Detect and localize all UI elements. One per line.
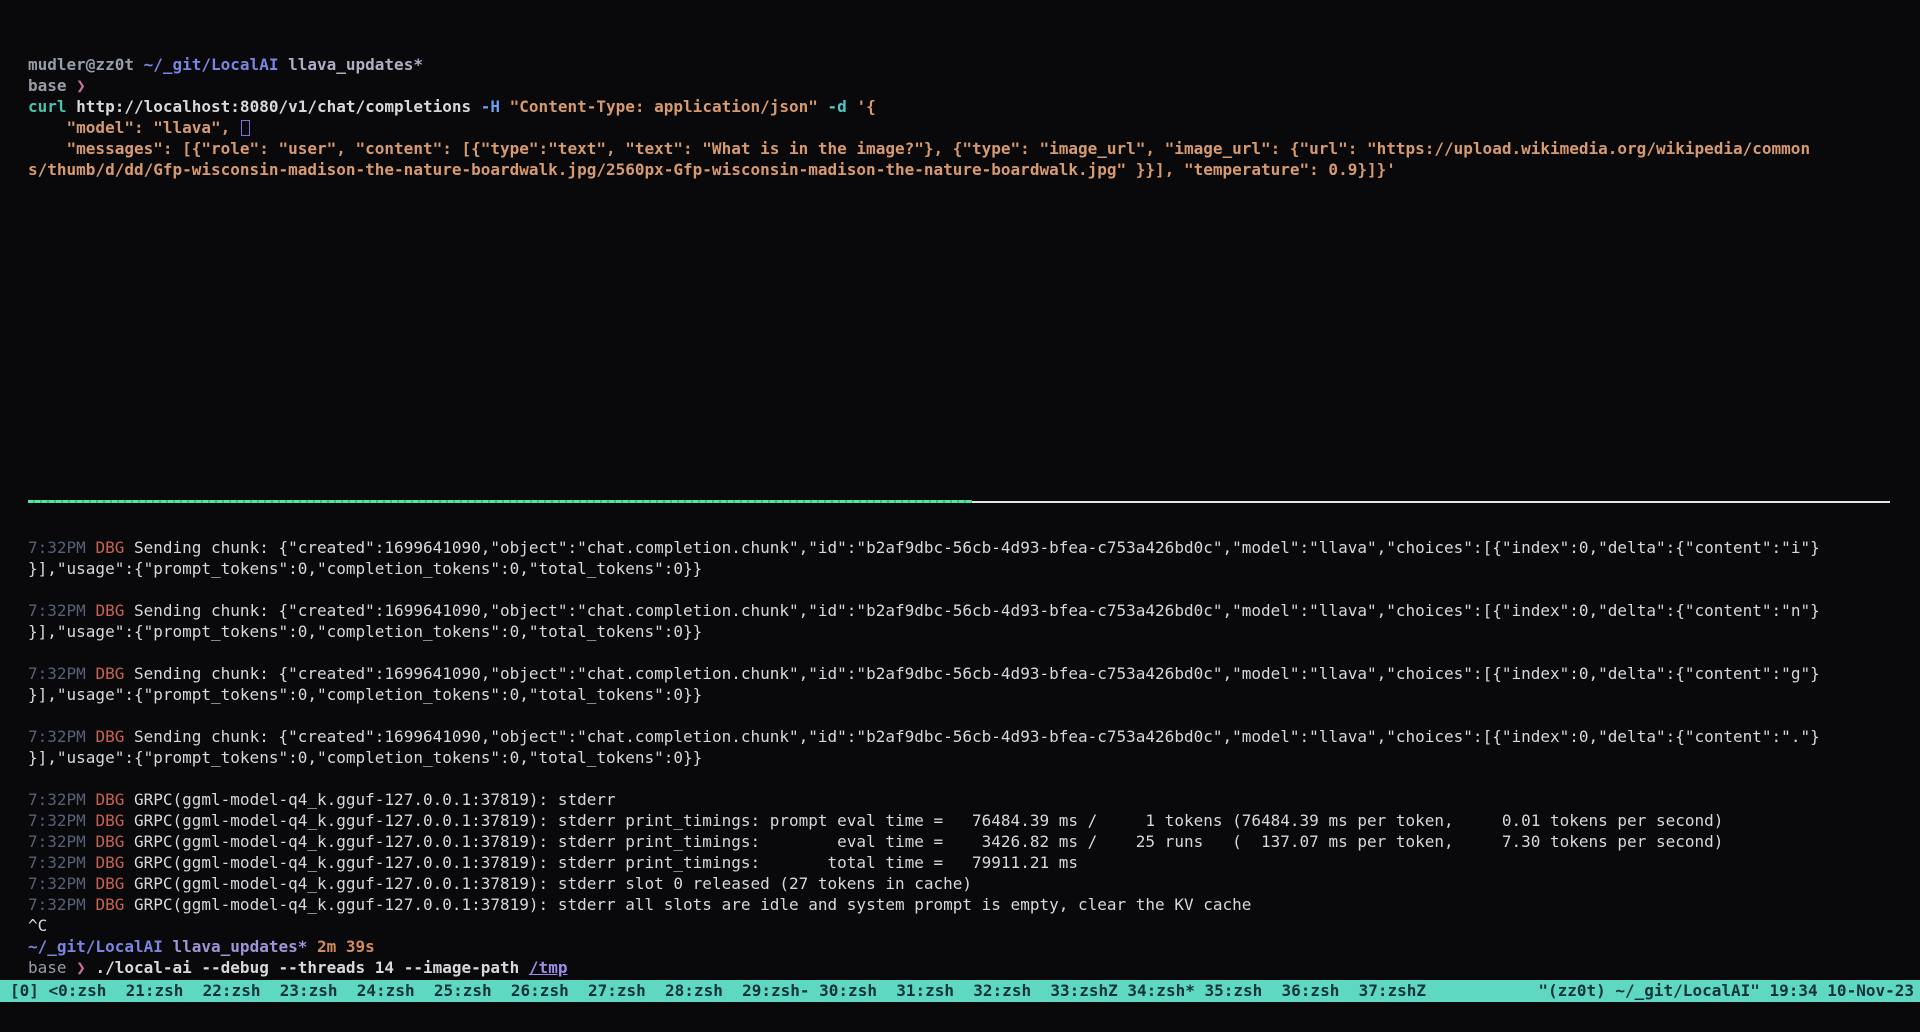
terminal-text-segment: Sending chunk: {"created":1699641090,"ob… — [134, 664, 1820, 683]
terminal-text-segment: }],"usage":{"prompt_tokens":0,"completio… — [28, 748, 702, 767]
log-chunk-3: 7:32PM DBG Sending chunk: {"created":169… — [28, 663, 1920, 684]
local-ai-command-line: base ❯ ./local-ai --debug --threads 14 -… — [28, 957, 1920, 978]
blank-line — [28, 642, 1920, 663]
terminal-text-segment: GRPC(ggml-model-q4_k.gguf-127.0.0.1:3781… — [134, 790, 616, 809]
terminal-text-segment: 7:32PM — [28, 811, 95, 830]
terminal-text-segment: DBG — [95, 601, 134, 620]
terminal-text-segment: http://localhost:8080/v1/chat/completion… — [76, 97, 481, 116]
debug-log-block: 7:32PM DBG Sending chunk: {"created":169… — [28, 537, 1920, 978]
terminal-text-segment: 7:32PM — [28, 895, 95, 914]
terminal-text-segment: GRPC(ggml-model-q4_k.gguf-127.0.0.1:3781… — [134, 811, 1723, 830]
sigint-line: ^C — [28, 915, 1920, 936]
terminal-text-segment: -d — [828, 97, 857, 116]
terminal-text-segment: base — [28, 958, 76, 977]
terminal-text-segment: GRPC(ggml-model-q4_k.gguf-127.0.0.1:3781… — [134, 853, 1078, 872]
text-cursor — [241, 120, 250, 136]
terminal-text-segment: DBG — [95, 664, 134, 683]
terminal-text-segment: llava_updates* — [173, 937, 318, 956]
terminal-screen[interactable]: mudler@zz0t ~/_git/LocalAI llava_updates… — [0, 0, 1920, 1032]
terminal-text-segment: "Content-Type: application/json" — [510, 97, 828, 116]
log-grpc-stderr: 7:32PM DBG GRPC(ggml-model-q4_k.gguf-127… — [28, 789, 1920, 810]
separator-inactive-segment — [972, 501, 1890, 503]
terminal-text-segment: 7:32PM — [28, 874, 95, 893]
terminal-text-segment: Sending chunk: {"created":1699641090,"ob… — [134, 727, 1820, 746]
terminal-text-segment: }],"usage":{"prompt_tokens":0,"completio… — [28, 559, 702, 578]
tmux-status-bar: [0] <0:zsh 21:zsh 22:zsh 23:zsh 24:zsh 2… — [0, 980, 1920, 1002]
log-grpc-eval: 7:32PM DBG GRPC(ggml-model-q4_k.gguf-127… — [28, 831, 1920, 852]
curl-json-messages-line: "messages": [{"role": "user", "content":… — [28, 138, 1920, 159]
terminal-text-segment: ^C — [28, 916, 47, 935]
tmux-window-list[interactable]: [0] <0:zsh 21:zsh 22:zsh 23:zsh 24:zsh 2… — [10, 980, 1426, 1002]
terminal-text-segment: mudler@zz0t — [28, 55, 144, 74]
terminal-text-segment: ❯ — [76, 958, 95, 977]
terminal-text-segment: ~/_git/LocalAI — [144, 55, 289, 74]
prompt-line-2: base ❯ — [28, 75, 1920, 96]
terminal-text-segment: s/thumb/d/dd/Gfp-wisconsin-madison-the-n… — [28, 160, 1396, 179]
log-grpc-slot-released: 7:32PM DBG GRPC(ggml-model-q4_k.gguf-127… — [28, 873, 1920, 894]
terminal-text-segment: DBG — [95, 853, 134, 872]
terminal-text-segment: curl — [28, 97, 76, 116]
terminal-text-segment: DBG — [95, 874, 134, 893]
blank-line — [28, 768, 1920, 789]
terminal-text-segment: base — [28, 76, 76, 95]
terminal-text-segment: GRPC(ggml-model-q4_k.gguf-127.0.0.1:3781… — [134, 874, 972, 893]
log-chunk-4-wrap: }],"usage":{"prompt_tokens":0,"completio… — [28, 747, 1920, 768]
terminal-text-segment: -H — [481, 97, 510, 116]
terminal-text-segment: 7:32PM — [28, 601, 95, 620]
terminal-text-segment: 7:32PM — [28, 664, 95, 683]
terminal-text-segment: Sending chunk: {"created":1699641090,"ob… — [134, 601, 1820, 620]
terminal-text-segment: 7:32PM — [28, 538, 95, 557]
log-grpc-total: 7:32PM DBG GRPC(ggml-model-q4_k.gguf-127… — [28, 852, 1920, 873]
terminal-text-segment: ❯ — [76, 76, 86, 95]
prompt-line-after: ~/_git/LocalAI llava_updates* 2m 39s — [28, 936, 1920, 957]
terminal-scrollback: mudler@zz0t ~/_git/LocalAI llava_updates… — [28, 0, 1920, 180]
terminal-text-segment: }],"usage":{"prompt_tokens":0,"completio… — [28, 622, 702, 641]
log-chunk-2-wrap: }],"usage":{"prompt_tokens":0,"completio… — [28, 621, 1920, 642]
terminal-text-segment: /tmp — [529, 958, 568, 977]
terminal-text-segment: '{ — [856, 97, 875, 116]
prompt-line-1: mudler@zz0t ~/_git/LocalAI llava_updates… — [28, 54, 1920, 75]
log-grpc-slots-idle: 7:32PM DBG GRPC(ggml-model-q4_k.gguf-127… — [28, 894, 1920, 915]
log-chunk-1-wrap: }],"usage":{"prompt_tokens":0,"completio… — [28, 558, 1920, 579]
terminal-text-segment: 7:32PM — [28, 727, 95, 746]
terminal-text-segment: ~/_git/LocalAI — [28, 937, 173, 956]
blank-line — [28, 705, 1920, 726]
tmux-status-right: "(zz0t) ~/_git/LocalAI" 19:34 10-Nov-23 — [1538, 980, 1914, 1002]
blank-line — [28, 579, 1920, 600]
log-grpc-prompt-eval: 7:32PM DBG GRPC(ggml-model-q4_k.gguf-127… — [28, 810, 1920, 831]
terminal-text-segment: 7:32PM — [28, 790, 95, 809]
curl-command-block: mudler@zz0t ~/_git/LocalAI llava_updates… — [28, 54, 1920, 180]
terminal-text-segment: Sending chunk: {"created":1699641090,"ob… — [134, 538, 1820, 557]
terminal-text-segment: llava_updates* — [288, 55, 423, 74]
log-chunk-4: 7:32PM DBG Sending chunk: {"created":169… — [28, 726, 1920, 747]
terminal-text-segment: 7:32PM — [28, 832, 95, 851]
terminal-text-segment: ./local-ai --debug --threads 14 --image-… — [95, 958, 528, 977]
pane-separator — [28, 500, 1890, 503]
log-chunk-2: 7:32PM DBG Sending chunk: {"created":169… — [28, 600, 1920, 621]
separator-active-segment — [28, 500, 972, 503]
curl-json-model-line: "model": "llava", — [28, 117, 1920, 138]
terminal-text-segment: DBG — [95, 538, 134, 557]
terminal-text-segment: DBG — [95, 727, 134, 746]
terminal-text-segment: GRPC(ggml-model-q4_k.gguf-127.0.0.1:3781… — [134, 832, 1723, 851]
terminal-text-segment: }],"usage":{"prompt_tokens":0,"completio… — [28, 685, 702, 704]
curl-command-line: curl http://localhost:8080/v1/chat/compl… — [28, 96, 1920, 117]
terminal-text-segment: GRPC(ggml-model-q4_k.gguf-127.0.0.1:3781… — [134, 895, 1251, 914]
terminal-text-segment: DBG — [95, 832, 134, 851]
curl-json-url-wrap-line: s/thumb/d/dd/Gfp-wisconsin-madison-the-n… — [28, 159, 1920, 180]
terminal-text-segment: DBG — [95, 895, 134, 914]
log-chunk-1: 7:32PM DBG Sending chunk: {"created":169… — [28, 537, 1920, 558]
log-chunk-3-wrap: }],"usage":{"prompt_tokens":0,"completio… — [28, 684, 1920, 705]
terminal-text-segment: DBG — [95, 790, 134, 809]
terminal-text-segment: DBG — [95, 811, 134, 830]
terminal-text-segment: 2m 39s — [317, 937, 375, 956]
terminal-text-segment: "model": "llava", — [28, 118, 240, 137]
terminal-text-segment: "messages": [{"role": "user", "content":… — [28, 139, 1810, 158]
terminal-text-segment: 7:32PM — [28, 853, 95, 872]
